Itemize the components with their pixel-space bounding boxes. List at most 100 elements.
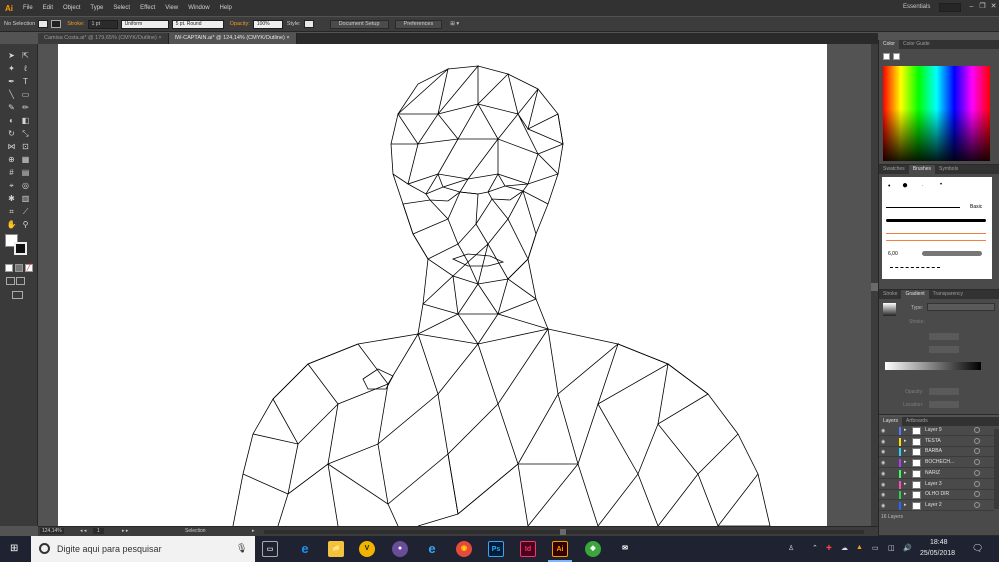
rectangle-tool-icon[interactable]: ▭ (20, 89, 31, 100)
layer-row[interactable]: ◉ ▸ NARIZ (879, 469, 994, 479)
blob-brush-tool-icon[interactable]: ◐ (6, 115, 17, 126)
symbol-sprayer-tool-icon[interactable]: ✱ (6, 193, 17, 204)
rotate-tool-icon[interactable]: ↻ (6, 128, 17, 139)
tab-transparency[interactable]: Transparency (929, 290, 967, 299)
tab-gradient[interactable]: Gradient (901, 290, 929, 299)
tab-color[interactable]: Color (879, 40, 899, 49)
file-explorer-icon[interactable]: 📁 (328, 541, 344, 557)
restore-button[interactable]: ❐ (977, 2, 988, 12)
internet-explorer-icon[interactable]: e (424, 541, 440, 557)
eraser-tool-icon[interactable]: ◧ (20, 115, 31, 126)
expand-triangle-icon[interactable]: ▸ (904, 438, 907, 444)
brush-dot-large[interactable]: ● (902, 180, 908, 191)
brush-arrow-stroke-2[interactable] (886, 240, 986, 241)
microphone-icon[interactable]: 🎙 (236, 543, 247, 554)
expand-triangle-icon[interactable]: ▸ (904, 502, 907, 508)
magic-wand-tool-icon[interactable]: ✦ (6, 63, 17, 74)
gradient-opacity-field[interactable] (929, 388, 959, 395)
brush-chalk-stroke[interactable] (922, 251, 982, 256)
menu-type[interactable]: Type (85, 5, 108, 11)
expand-triangle-icon[interactable]: ▸ (904, 427, 907, 433)
status-menu-icon[interactable]: ▸ (252, 528, 255, 534)
layer-row[interactable]: ◉ ▸ OLHO DIR (879, 490, 994, 501)
layer-target-icon[interactable] (974, 427, 980, 433)
brush-charcoal-stroke[interactable] (886, 219, 986, 222)
none-color-icon[interactable] (883, 53, 890, 60)
layer-target-icon[interactable] (974, 501, 980, 508)
direct-selection-tool-icon[interactable]: ⇱ (20, 50, 31, 61)
tab-artboards[interactable]: Artboards (902, 417, 932, 426)
gradient-mode-icon[interactable] (15, 264, 23, 272)
tab-color-guide[interactable]: Color Guide (899, 40, 934, 49)
brush-dot-small[interactable]: • (888, 183, 890, 190)
screen-mode-icon[interactable] (12, 291, 23, 299)
zoom-tool-icon[interactable]: ⚲ (20, 219, 31, 230)
clock-time[interactable]: 18:48 (930, 539, 948, 546)
color-mode-icon[interactable] (5, 264, 13, 272)
notification-icon[interactable]: 🗨 (972, 543, 983, 554)
brush-library[interactable]: • ● · • Basic 6,00 (882, 177, 992, 279)
eye-icon[interactable]: ◉ (881, 428, 885, 434)
windows-start-icon[interactable]: ⊞ (10, 544, 20, 554)
gradient-location-field[interactable] (929, 401, 959, 408)
battery-icon[interactable]: ▭ (872, 544, 879, 552)
fill-swatch[interactable] (38, 20, 49, 28)
photoshop-icon[interactable]: Ps (488, 541, 504, 557)
expand-triangle-icon[interactable]: ▸ (904, 491, 907, 497)
tab-iw-captain[interactable]: IW-CAPTAIN.ai* @ 124,14% (CMYK/Outline) … (168, 33, 297, 44)
draw-behind-icon[interactable] (16, 277, 25, 285)
artboard-tool-icon[interactable]: ⌗ (6, 206, 17, 217)
none-mode-icon[interactable]: ╱ (25, 264, 33, 272)
brush-dot-medium[interactable]: • (940, 182, 942, 188)
brush-basic-stroke[interactable] (886, 207, 960, 208)
free-transform-tool-icon[interactable]: ⊡ (20, 141, 31, 152)
task-view-icon[interactable]: ▭ (262, 541, 278, 557)
layer-row[interactable]: ◉ ▸ BOCHECH... (879, 458, 994, 469)
arrange-icon[interactable]: ⊞ ▾ (450, 21, 459, 27)
zoom-field[interactable]: 124,14% (40, 528, 64, 534)
menu-window[interactable]: Window (183, 5, 214, 11)
close-button[interactable]: ✕ (988, 2, 999, 12)
network-icon[interactable]: ◫ (888, 544, 895, 552)
preferences-button[interactable]: Preferences (394, 19, 443, 29)
tab-camisa-costa[interactable]: Camisa Costa.ai* @ 179,65% (CMYK/Outline… (38, 33, 169, 44)
vectorize-app-icon[interactable]: V (359, 541, 375, 557)
layer-row[interactable]: ◉ ▸ Layer 9 (879, 426, 994, 436)
gradient-preview-swatch[interactable] (883, 303, 896, 316)
profile-select[interactable]: Uniform (120, 19, 169, 29)
artboard[interactable] (58, 44, 827, 526)
edge-browser-icon[interactable]: e (297, 541, 313, 557)
horizontal-scroll-thumb[interactable] (560, 529, 566, 535)
gradient-aspect-field[interactable] (929, 346, 959, 353)
brush-dot-tiny[interactable]: · (922, 183, 924, 189)
eye-icon[interactable]: ◉ (881, 492, 885, 498)
blend-tool-icon[interactable]: ◎ (20, 180, 31, 191)
eye-icon[interactable]: ◉ (881, 482, 885, 488)
workspace-switcher[interactable]: Essentials (903, 4, 930, 10)
tray-expand-icon[interactable]: ⌃ (812, 544, 818, 552)
help-search-input[interactable] (939, 3, 961, 12)
tab-symbols[interactable]: Symbols (935, 165, 962, 174)
layer-row[interactable]: ◉ ▸ BARBA (879, 447, 994, 458)
tab-swatches[interactable]: Swatches (879, 165, 909, 174)
minimize-button[interactable]: – (966, 2, 977, 12)
stroke-swatch[interactable] (51, 20, 62, 28)
close-icon[interactable]: × (286, 35, 289, 41)
selection-tool-icon[interactable]: ➤ (6, 50, 17, 61)
eye-icon[interactable]: ◉ (881, 439, 885, 445)
type-tool-icon[interactable]: T (20, 76, 31, 87)
layer-row[interactable]: ◉ ▸ Layer 3 (879, 480, 994, 490)
media-app-icon[interactable]: ● (392, 541, 408, 557)
opacity-field[interactable]: 100% (252, 19, 283, 29)
chrome-icon[interactable]: ◉ (456, 541, 472, 557)
clock-date[interactable]: 25/05/2018 (920, 550, 955, 557)
pencil-tool-icon[interactable]: ✏ (20, 102, 31, 113)
close-icon[interactable]: × (158, 35, 161, 41)
artboard-nav-prev[interactable]: ◂ ◂ (80, 528, 86, 534)
hand-tool-icon[interactable]: ✋ (6, 219, 17, 230)
stroke-weight-field[interactable]: 1 pt (87, 19, 118, 29)
slice-tool-icon[interactable]: ⟋ (20, 206, 31, 217)
shape-builder-tool-icon[interactable]: ⊕ (6, 154, 17, 165)
layer-target-icon[interactable] (974, 459, 980, 466)
layer-target-icon[interactable] (974, 437, 980, 444)
